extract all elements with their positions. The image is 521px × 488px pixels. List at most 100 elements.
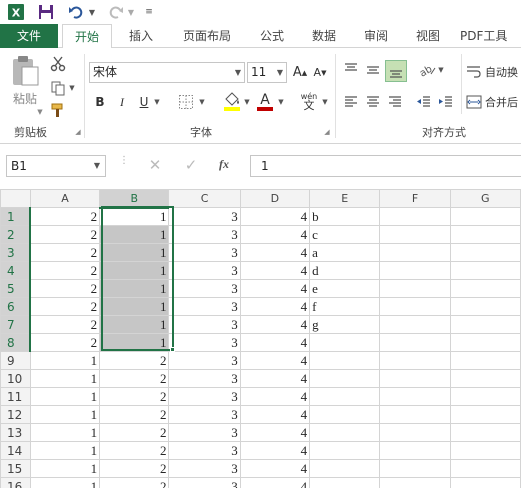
row-header[interactable]: 11 <box>0 387 31 406</box>
cell-d[interactable]: 4 <box>239 423 311 442</box>
cell-c[interactable]: 3 <box>168 243 241 262</box>
cell-g[interactable] <box>449 387 521 406</box>
cell-g[interactable] <box>449 297 521 316</box>
cell-f[interactable] <box>379 297 451 316</box>
cell-e[interactable] <box>309 441 381 460</box>
undo-icon[interactable] <box>66 3 86 21</box>
cell-d[interactable]: 4 <box>239 261 311 280</box>
row-header[interactable]: 7 <box>0 315 32 334</box>
cell-c[interactable]: 3 <box>168 297 241 316</box>
tab-home[interactable]: 开始 <box>62 24 112 49</box>
cell-b[interactable]: 2 <box>99 369 170 388</box>
cell-a[interactable]: 1 <box>29 387 101 406</box>
cell-e[interactable] <box>309 387 381 406</box>
cell-d[interactable]: 4 <box>239 459 311 478</box>
cell-d[interactable]: 4 <box>239 477 311 488</box>
column-header-e[interactable]: E <box>309 189 381 208</box>
font-color-dropdown-icon[interactable]: ▼ <box>277 98 285 106</box>
save-icon[interactable] <box>36 3 56 21</box>
column-header-g[interactable]: G <box>449 189 521 208</box>
cell-c[interactable]: 3 <box>168 387 241 406</box>
row-header[interactable]: 6 <box>0 297 32 316</box>
align-bottom-icon[interactable] <box>385 60 407 82</box>
cell-a[interactable]: 2 <box>29 315 101 334</box>
tab-formulas[interactable]: 公式 <box>250 24 294 48</box>
name-box[interactable]: B1 ▼ <box>6 155 106 177</box>
cell-d[interactable]: 4 <box>239 441 311 460</box>
tab-view[interactable]: 视图 <box>406 24 450 48</box>
cell-f[interactable] <box>379 333 451 352</box>
column-header-c[interactable]: C <box>168 189 241 208</box>
cell-a[interactable]: 2 <box>29 261 101 280</box>
fill-handle[interactable] <box>170 347 175 352</box>
cell-a[interactable]: 2 <box>29 279 101 298</box>
redo-icon[interactable] <box>106 3 126 21</box>
underline-button[interactable]: U <box>135 92 153 112</box>
cell-f[interactable] <box>379 315 451 334</box>
cell-b[interactable]: 1 <box>99 297 170 316</box>
wrap-text-button[interactable]: 自动换 <box>466 62 521 82</box>
shrink-font-button[interactable]: A ▼ <box>311 62 329 83</box>
cell-c[interactable]: 3 <box>168 225 241 244</box>
cell-c[interactable]: 3 <box>168 477 241 488</box>
cell-a[interactable]: 1 <box>29 405 101 424</box>
row-header[interactable]: 16 <box>0 477 31 488</box>
cell-b[interactable]: 2 <box>99 405 170 424</box>
row-header[interactable]: 9 <box>0 351 31 370</box>
cell-f[interactable] <box>379 369 451 388</box>
customize-qat-icon[interactable]: ≡ <box>143 3 155 21</box>
cell-g[interactable] <box>449 459 521 478</box>
decrease-indent-icon[interactable] <box>414 92 434 112</box>
align-center-icon[interactable] <box>363 92 383 112</box>
cell-g[interactable] <box>449 369 521 388</box>
cell-f[interactable] <box>379 351 451 370</box>
cell-d[interactable]: 4 <box>239 243 311 262</box>
cell-d[interactable]: 4 <box>239 369 311 388</box>
cell-c[interactable]: 3 <box>168 279 241 298</box>
cell-e[interactable]: b <box>309 207 381 226</box>
cell-g[interactable] <box>449 351 521 370</box>
column-header-f[interactable]: F <box>379 189 451 208</box>
cell-a[interactable]: 2 <box>29 297 101 316</box>
cell-e[interactable]: e <box>309 279 381 298</box>
cell-b[interactable]: 2 <box>99 387 170 406</box>
row-header[interactable]: 8 <box>0 333 32 352</box>
cell-a[interactable]: 1 <box>29 369 101 388</box>
borders-dropdown-icon[interactable]: ▼ <box>198 98 206 106</box>
cell-f[interactable] <box>379 243 451 262</box>
format-painter-icon[interactable] <box>48 100 68 120</box>
cell-c[interactable]: 3 <box>168 333 241 352</box>
cell-e[interactable] <box>309 351 381 370</box>
cell-c[interactable]: 3 <box>168 207 241 226</box>
insert-function-button[interactable]: fx <box>219 157 241 177</box>
cell-a[interactable]: 2 <box>29 225 101 244</box>
paste-dropdown-icon[interactable]: ▼ <box>36 108 44 116</box>
cell-g[interactable] <box>449 405 521 424</box>
merge-center-button[interactable]: 合并后 <box>466 92 521 112</box>
cell-f[interactable] <box>379 261 451 280</box>
copy-dropdown-icon[interactable]: ▼ <box>68 84 76 92</box>
cell-b[interactable]: 2 <box>99 441 170 460</box>
align-left-icon[interactable] <box>341 92 361 112</box>
cell-a[interactable]: 1 <box>29 351 101 370</box>
borders-icon[interactable] <box>176 92 196 112</box>
column-header-d[interactable]: D <box>239 189 311 208</box>
cell-c[interactable]: 3 <box>168 369 241 388</box>
cell-d[interactable]: 4 <box>239 351 311 370</box>
cell-a[interactable]: 1 <box>29 423 101 442</box>
cell-b[interactable]: 1 <box>99 207 170 226</box>
cell-e[interactable]: c <box>309 225 381 244</box>
tab-data[interactable]: 数据 <box>302 24 346 48</box>
undo-dropdown-icon[interactable]: ▼ <box>87 3 97 21</box>
cell-b[interactable]: 1 <box>99 333 170 352</box>
cell-d[interactable]: 4 <box>239 225 311 244</box>
cell-g[interactable] <box>449 423 521 442</box>
underline-dropdown-icon[interactable]: ▼ <box>153 98 161 106</box>
cell-g[interactable] <box>449 333 521 352</box>
cell-e[interactable] <box>309 333 381 352</box>
bold-button[interactable]: B <box>91 92 109 112</box>
tab-file[interactable]: 文件 <box>0 24 58 48</box>
cell-a[interactable]: 2 <box>29 207 101 226</box>
cell-f[interactable] <box>379 405 451 424</box>
worksheet-grid[interactable]: A B C D E F G 12134b22134c32134a42134d52… <box>0 189 521 488</box>
